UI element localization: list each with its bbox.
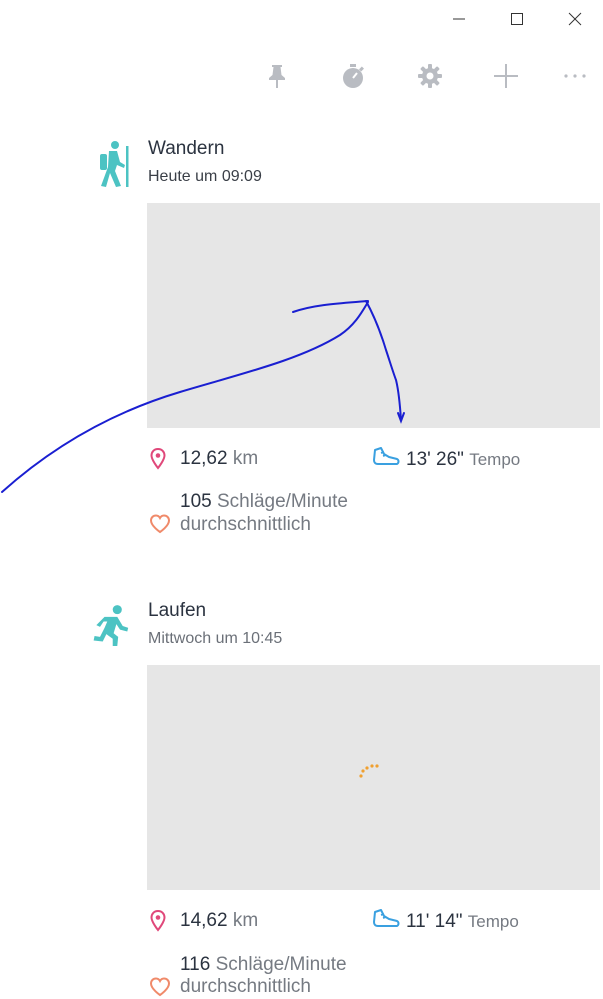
maximize-button[interactable]	[502, 6, 532, 32]
heart-rate-note: durchschnittlich	[180, 514, 311, 535]
distance-stat: 14,62 km	[180, 910, 259, 931]
minimize-icon	[453, 18, 465, 20]
activity-title: Laufen	[148, 600, 207, 621]
pace-stat: 13' 26" Tempo	[406, 449, 521, 470]
heart-icon	[149, 977, 171, 997]
loading-spinner-icon	[359, 764, 379, 778]
activity-time: Heute um 09:09	[148, 168, 262, 185]
settings-button[interactable]	[410, 58, 450, 94]
heart-rate-note: durchschnittlich	[180, 976, 311, 997]
heart-rate-stat: 116 Schläge/Minute	[180, 954, 347, 975]
route-map[interactable]	[147, 665, 600, 890]
heart-icon	[149, 514, 171, 534]
more-icon	[564, 74, 586, 78]
shoe-icon	[373, 909, 400, 927]
location-pin-icon	[150, 910, 166, 932]
add-button[interactable]	[486, 58, 526, 94]
shoe-icon	[373, 447, 400, 465]
more-button[interactable]	[555, 58, 595, 94]
minimize-button[interactable]	[444, 6, 474, 32]
location-pin-icon	[150, 448, 166, 470]
stopwatch-icon	[343, 64, 364, 88]
distance-stat: 12,62 km	[180, 448, 259, 469]
stopwatch-button[interactable]	[333, 58, 373, 94]
hiking-icon	[100, 141, 129, 187]
maximize-icon	[511, 13, 523, 25]
activity-time: Mittwoch um 10:45	[148, 630, 283, 647]
pin-button[interactable]	[257, 58, 297, 94]
route-map[interactable]	[147, 203, 600, 428]
activity-title: Wandern	[148, 138, 225, 159]
heart-rate-stat: 105 Schläge/Minute	[180, 491, 348, 512]
close-icon	[568, 12, 582, 26]
gear-icon	[418, 64, 442, 88]
close-button[interactable]	[560, 6, 590, 32]
plus-icon	[494, 64, 518, 88]
running-icon	[93, 605, 129, 646]
pin-icon	[269, 65, 285, 88]
pace-stat: 11' 14" Tempo	[406, 911, 519, 932]
